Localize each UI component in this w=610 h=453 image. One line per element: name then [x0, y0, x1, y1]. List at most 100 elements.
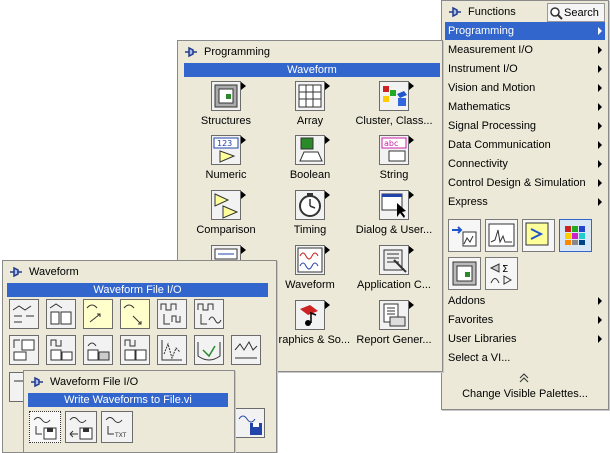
cluster-item[interactable]: Cluster, Class... [354, 81, 434, 127]
menu-instrument-io[interactable]: Instrument I/O [445, 60, 605, 78]
array-label: Array [296, 115, 324, 127]
numeric-item[interactable]: 123 Numeric [186, 135, 266, 181]
functions-palette: Functions Search Programming Measurement… [441, 0, 609, 410]
comparison-item[interactable]: Comparison [186, 190, 266, 236]
chevron-right-icon [598, 27, 602, 35]
string-glyph: abc [384, 139, 398, 148]
waveform-icon-grid [9, 299, 261, 365]
menu-data-communication[interactable]: Data Communication [445, 136, 605, 154]
search-label: Search [564, 6, 599, 19]
waveform-analog-icon[interactable] [9, 335, 39, 365]
txt-glyph: TXT [114, 432, 127, 439]
change-visible-palettes[interactable]: Change Visible Palettes... [442, 388, 608, 400]
export-waveforms-spreadsheet-icon[interactable]: TXT [101, 411, 133, 443]
numeric-icon: 123 [211, 135, 246, 165]
string-label: String [379, 169, 409, 181]
graphics-sound-label: Graphics & So... [270, 334, 350, 346]
functions-title: Functions [468, 6, 516, 18]
waveform-build-icon[interactable] [46, 299, 76, 329]
menu-label: Data Communication [448, 139, 551, 151]
menu-programming[interactable]: Programming [445, 22, 605, 40]
menu-label: Programming [448, 25, 515, 37]
waveform-titlebar[interactable]: Waveform [3, 261, 276, 283]
dialog-icon [379, 190, 414, 220]
menu-mathematics[interactable]: Mathematics [445, 98, 605, 116]
waveform-fileio-header: Write Waveforms to File.vi [28, 393, 228, 407]
timing-item[interactable]: Timing [270, 190, 350, 236]
waveform-convert-icon[interactable] [120, 335, 150, 365]
menu-label: Control Design & Simulation [448, 177, 586, 189]
chevron-right-icon [598, 297, 602, 305]
chevron-right-icon [598, 179, 602, 187]
menu-user-libraries[interactable]: User Libraries [445, 330, 605, 348]
menu-control-design[interactable]: Control Design & Simulation [445, 174, 605, 192]
chevron-right-icon [598, 198, 602, 206]
graphics-sound-icon [295, 300, 330, 330]
waveform-limit-icon[interactable] [194, 335, 224, 365]
menu-measurement-io[interactable]: Measurement I/O [445, 41, 605, 59]
menu-label: User Libraries [448, 333, 517, 345]
menu-vision-motion[interactable]: Vision and Motion [445, 79, 605, 97]
structures-item[interactable]: Structures [186, 81, 266, 127]
graphics-sound-item[interactable]: Graphics & So... [270, 300, 350, 346]
menu-favorites[interactable]: Favorites [445, 311, 605, 329]
menu-label: Measurement I/O [448, 44, 533, 56]
express-output-icon[interactable] [559, 219, 592, 252]
array-icon [295, 81, 330, 111]
express-signal-icon[interactable] [522, 219, 555, 252]
pin-icon[interactable] [448, 6, 462, 18]
boolean-icon [295, 135, 330, 165]
waveform-label: Waveform [285, 279, 335, 291]
string-icon: abc [379, 135, 414, 165]
express-input-icon[interactable] [448, 219, 481, 252]
double-chevron-up-icon[interactable] [519, 373, 529, 383]
express-arith-icon[interactable]: Σ [485, 257, 518, 290]
pin-icon[interactable] [184, 46, 198, 58]
express-structures-icon[interactable] [448, 257, 481, 290]
search-button[interactable]: Search [547, 3, 605, 22]
chevron-right-icon [598, 160, 602, 168]
express-analysis-icon[interactable] [485, 219, 518, 252]
array-item[interactable]: Array [270, 81, 350, 127]
waveform-dt-icon[interactable] [9, 299, 39, 329]
chevron-right-icon [598, 141, 602, 149]
boolean-label: Boolean [289, 169, 331, 181]
waveform-digital-icon[interactable] [46, 335, 76, 365]
pin-icon[interactable] [30, 376, 44, 388]
programming-title: Programming [204, 46, 271, 58]
string-item[interactable]: abc String [354, 135, 434, 181]
menu-addons[interactable]: Addons [445, 292, 605, 310]
waveform-scale-icon[interactable] [83, 299, 113, 329]
waveform-generate-icon[interactable] [157, 299, 187, 329]
menu-signal-processing[interactable]: Signal Processing [445, 117, 605, 135]
waveform-fileio-titlebar[interactable]: Waveform File I/O [24, 371, 234, 393]
dialog-item[interactable]: Dialog & User... [354, 190, 434, 236]
menu-express[interactable]: Express [445, 193, 605, 211]
programming-titlebar[interactable]: Programming [178, 41, 442, 63]
numeric-glyph: 123 [217, 139, 232, 148]
write-waveforms-icon[interactable] [29, 411, 61, 443]
waveform-measure-icon[interactable] [194, 299, 224, 329]
application-control-item[interactable]: Application C... [354, 245, 434, 291]
waveform-fileio-title: Waveform File I/O [50, 376, 139, 388]
pin-icon[interactable] [9, 266, 23, 278]
waveform-get-component-icon[interactable] [120, 299, 150, 329]
chevron-right-icon [598, 335, 602, 343]
report-generation-item[interactable]: Report Gener... [354, 300, 434, 346]
boolean-item[interactable]: Boolean [270, 135, 350, 181]
menu-label: Connectivity [448, 158, 508, 170]
menu-label: Favorites [448, 314, 494, 326]
menu-connectivity[interactable]: Connectivity [445, 155, 605, 173]
waveform-export-icon[interactable] [235, 408, 265, 438]
waveform-tone-icon[interactable] [231, 335, 261, 365]
read-waveform-icon[interactable] [65, 411, 97, 443]
waveform-graph-icon[interactable] [157, 335, 187, 365]
programming-header: Waveform [184, 63, 440, 77]
menu-select-vi[interactable]: Select a VI... [445, 349, 605, 367]
menu-label: Mathematics [448, 101, 511, 113]
report-generation-icon [379, 300, 414, 330]
menu-label: Addons [448, 295, 486, 307]
report-generation-label: Report Gener... [356, 334, 432, 346]
waveform-item[interactable]: Waveform [270, 245, 350, 291]
waveform-fileio-icon[interactable] [83, 335, 113, 365]
